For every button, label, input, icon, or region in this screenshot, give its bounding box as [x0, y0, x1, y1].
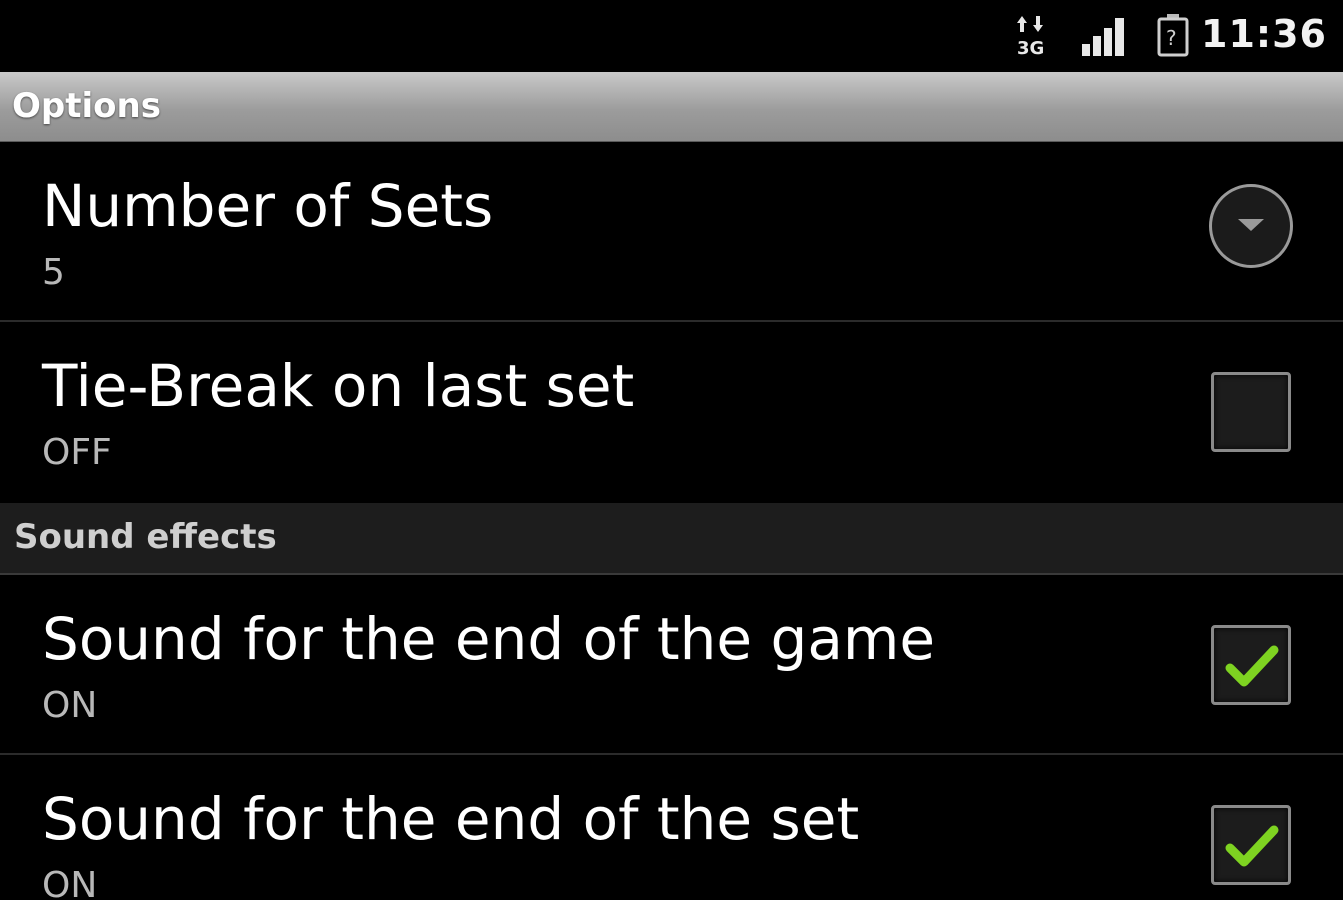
sound-end-game-checkbox[interactable] [1211, 625, 1291, 705]
title-bar: Options [0, 72, 1343, 142]
status-bar: 3G ? 11:36 [0, 0, 1343, 72]
pref-summary: ON [42, 685, 98, 726]
svg-text:?: ? [1166, 26, 1177, 50]
pref-summary: 5 [42, 252, 65, 293]
network-label: 3G [1017, 38, 1044, 58]
category-sound-effects: Sound effects [0, 503, 1343, 575]
tie-break-checkbox[interactable] [1211, 372, 1291, 452]
dropdown-button[interactable] [1209, 184, 1293, 268]
pref-sound-end-set[interactable]: Sound for the end of the set ON [0, 755, 1343, 900]
pref-title: Tie-Break on last set [42, 352, 635, 420]
status-clock: 11:36 [1201, 12, 1327, 56]
checkmark-icon [1225, 825, 1279, 867]
signal-strength-icon [1080, 16, 1128, 62]
pref-summary: ON [42, 865, 98, 900]
pref-number-of-sets[interactable]: Number of Sets 5 [0, 142, 1343, 322]
pref-tie-break[interactable]: Tie-Break on last set OFF [0, 322, 1343, 502]
sound-end-set-checkbox[interactable] [1211, 805, 1291, 885]
pref-summary: OFF [42, 432, 112, 473]
pref-title: Number of Sets [42, 172, 494, 240]
chevron-down-icon [1238, 219, 1264, 231]
pref-title: Sound for the end of the game [42, 605, 936, 673]
page-title: Options [12, 86, 161, 126]
checkmark-icon [1225, 645, 1279, 687]
pref-sound-end-game[interactable]: Sound for the end of the game ON [0, 575, 1343, 755]
data-arrows-3g-icon: 3G [1016, 14, 1050, 62]
pref-title: Sound for the end of the set [42, 785, 860, 853]
battery-unknown-icon: ? [1156, 12, 1190, 62]
category-title: Sound effects [14, 517, 277, 557]
